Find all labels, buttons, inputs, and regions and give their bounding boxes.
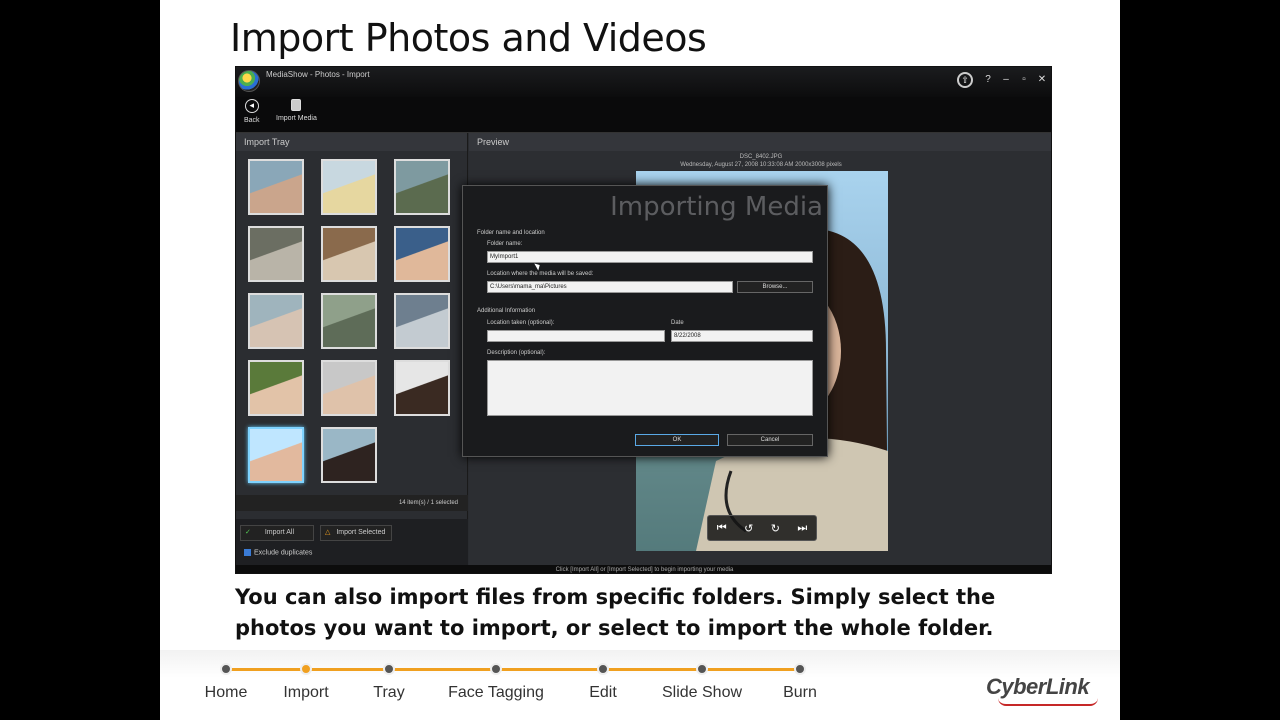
exclude-duplicates-label: Exclude duplicates <box>254 549 313 557</box>
rotate-right-icon[interactable]: ↻ <box>771 522 780 535</box>
description-label: Description (optional): <box>487 350 546 356</box>
cyberlink-logo: CyberLink <box>986 674 1090 699</box>
preview-header: Preview <box>469 133 1051 151</box>
help-button[interactable]: ? <box>981 73 995 87</box>
photo-thumbnail[interactable] <box>321 427 377 483</box>
import-media-label: Import Media <box>276 115 317 122</box>
photo-thumbnail[interactable] <box>321 293 377 349</box>
import-media-button[interactable]: Import Media <box>276 99 317 122</box>
mediashow-logo-icon[interactable] <box>238 70 260 92</box>
nav-item-label[interactable]: Home <box>205 684 248 702</box>
nav-item-label[interactable]: Face Tagging <box>448 684 544 702</box>
window-controls: ⇧ ? – ▫ ✕ <box>957 72 1049 88</box>
nav-node[interactable] <box>220 663 232 675</box>
photo-thumbnail[interactable] <box>248 159 304 215</box>
date-label: Date <box>671 320 684 326</box>
location-taken-label: Location taken (optional): <box>487 320 555 326</box>
photo-thumbnail[interactable] <box>248 360 304 416</box>
dialog-title: Importing Media <box>610 192 823 222</box>
nav-track <box>226 668 800 671</box>
warning-icon: △ <box>325 529 331 536</box>
exclude-duplicates-checkbox[interactable]: Exclude duplicates <box>244 549 312 556</box>
photo-thumbnail[interactable] <box>394 226 450 282</box>
preview-fileinfo: Wednesday, August 27, 2008 10:33:08 AM 2… <box>680 162 842 168</box>
photo-thumbnail[interactable] <box>394 159 450 215</box>
check-icon: ✓ <box>245 529 251 536</box>
import-tray: Import Tray 14 item(s) / 1 selected ✓ Im… <box>236 133 468 573</box>
restore-button[interactable]: ▫ <box>1017 73 1031 87</box>
title-bar: MediaShow - Photos - Import ⇧ ? – ▫ ✕ <box>236 67 1051 97</box>
photo-thumbnail[interactable] <box>321 159 377 215</box>
additional-section-label: Additional Information <box>477 308 536 314</box>
back-arrow-icon: ◂ <box>244 99 259 113</box>
browse-button[interactable]: Browse... <box>737 281 813 293</box>
next-icon[interactable]: ⏭ <box>797 522 807 535</box>
import-selected-label: Import Selected <box>336 529 386 536</box>
ok-button[interactable]: OK <box>635 434 719 446</box>
nav-node[interactable] <box>383 663 395 675</box>
preview-filename: DSC_8402.JPG <box>739 154 783 160</box>
location-label: Location where the media will be saved: <box>487 271 594 277</box>
photo-thumbnail[interactable] <box>321 226 377 282</box>
rotate-left-icon[interactable]: ↺ <box>744 522 753 535</box>
import-media-icon <box>291 99 302 111</box>
toolbar: ◂ Back Import Media <box>236 97 1051 133</box>
nav-node[interactable] <box>300 663 312 675</box>
upgrade-icon[interactable]: ⇧ <box>957 72 973 88</box>
nav-item-label[interactable]: Tray <box>373 684 404 702</box>
nav-node[interactable] <box>696 663 708 675</box>
date-input[interactable]: 8/22/2008 <box>671 330 813 342</box>
preview-file-info: DSC_8402.JPG Wednesday, August 27, 2008 … <box>469 153 1051 169</box>
import-tray-header: Import Tray <box>236 133 467 151</box>
slide: Import Photos and Videos MediaShow - Pho… <box>160 0 1120 720</box>
caption-text: You can also import files from specific … <box>235 585 996 640</box>
checkbox-icon <box>244 549 251 556</box>
preview-controls: ⏮ ↺ ↻ ⏭ <box>707 515 817 541</box>
close-button[interactable]: ✕ <box>1035 73 1049 87</box>
nav-item-label[interactable]: Slide Show <box>662 684 742 702</box>
location-input[interactable]: C:\Users\mama_ma\Pictures <box>487 281 733 293</box>
import-selected-button[interactable]: △ Import Selected <box>320 525 392 541</box>
import-all-button[interactable]: ✓ Import All <box>240 525 314 541</box>
back-label: Back <box>244 117 260 124</box>
import-all-label: Import All <box>264 529 295 536</box>
photo-thumbnail[interactable] <box>248 293 304 349</box>
photo-thumbnail[interactable] <box>394 293 450 349</box>
nav-node[interactable] <box>597 663 609 675</box>
nav-item-label[interactable]: Import <box>283 684 328 702</box>
window-title: MediaShow - Photos - Import <box>266 70 370 79</box>
cancel-button[interactable]: Cancel <box>727 434 813 446</box>
slide-title: Import Photos and Videos <box>230 16 707 60</box>
folder-section-label: Folder name and location <box>477 230 545 236</box>
minimize-button[interactable]: – <box>999 73 1013 87</box>
logo-swoosh <box>998 698 1098 706</box>
photo-thumbnail[interactable] <box>394 360 450 416</box>
nav-node[interactable] <box>490 663 502 675</box>
photo-thumbnail[interactable] <box>248 427 304 483</box>
location-taken-input[interactable] <box>487 330 665 342</box>
back-button[interactable]: ◂ Back <box>244 99 260 124</box>
tray-status: 14 item(s) / 1 selected <box>236 495 468 511</box>
nav-item-label[interactable]: Burn <box>783 684 817 702</box>
photo-thumbnail[interactable] <box>321 360 377 416</box>
photo-thumbnail[interactable] <box>248 226 304 282</box>
app-window: MediaShow - Photos - Import ⇧ ? – ▫ ✕ ◂ … <box>235 66 1052 574</box>
nav-item-label[interactable]: Edit <box>589 684 617 702</box>
description-textarea[interactable] <box>487 360 813 416</box>
status-hint: Click [Import All] or [Import Selected] … <box>236 565 1051 573</box>
folder-name-label: Folder name: <box>487 241 523 247</box>
importing-media-dialog: Importing Media Folder name and location… <box>462 185 828 457</box>
nav-node[interactable] <box>794 663 806 675</box>
tutorial-nav: Home Import Tray Face Tagging Edit Slide Show… <box>160 650 1120 720</box>
previous-icon[interactable]: ⏮ <box>717 522 727 535</box>
